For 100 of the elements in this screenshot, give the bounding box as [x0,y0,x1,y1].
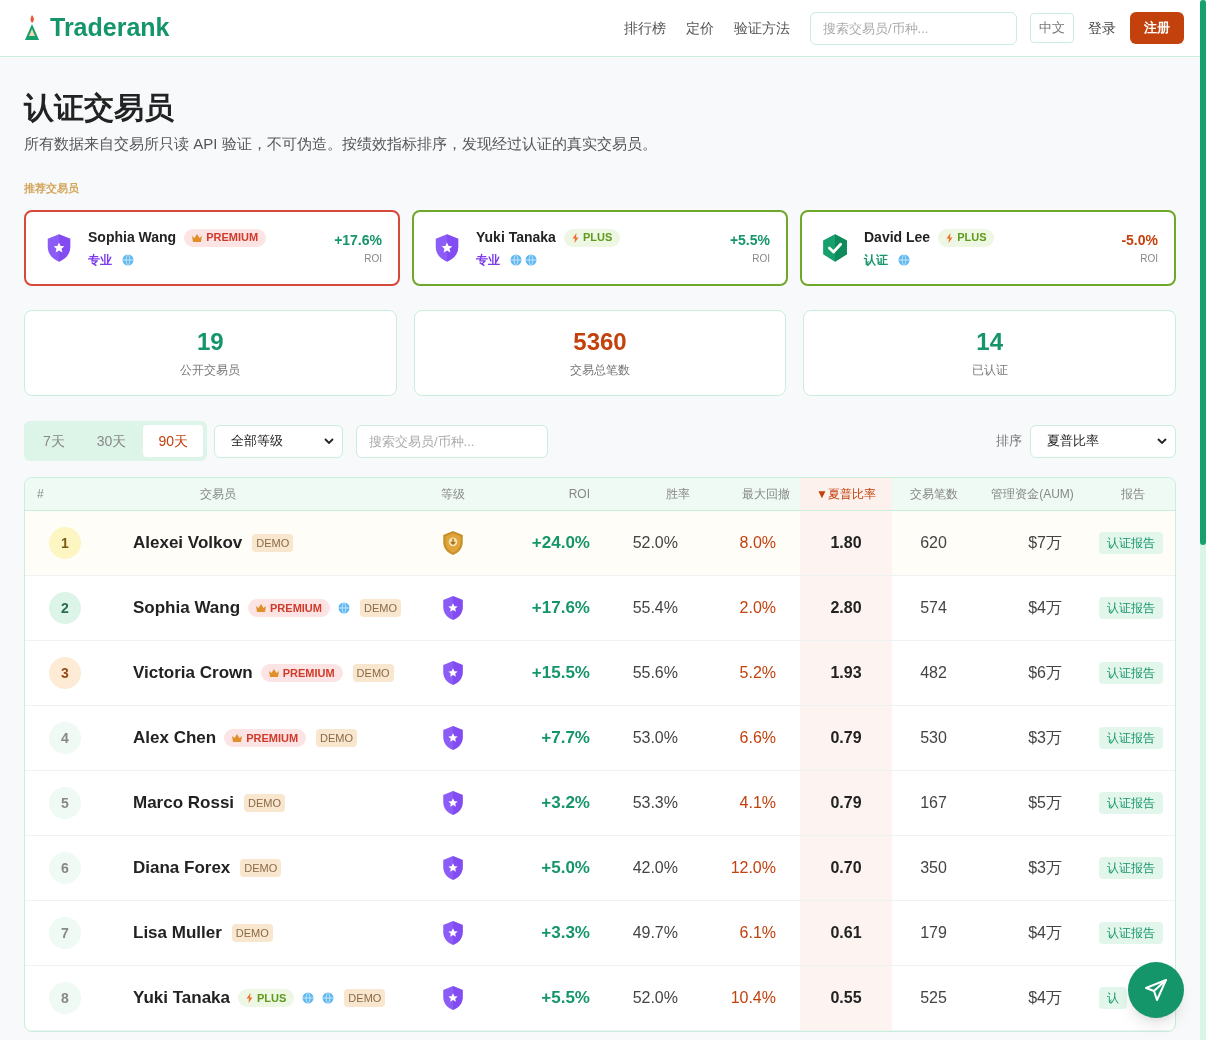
trader-name[interactable]: Diana Forex [133,855,231,881]
sharpe-value: 2.80 [830,598,862,618]
win-rate: 55.4% [632,598,678,618]
rank-badge: 8 [49,982,81,1014]
trade-count: 350 [920,858,947,878]
nav-link[interactable]: 排行榜 [624,17,666,39]
trader-name: David Lee [864,228,931,247]
win-rate: 53.3% [632,793,678,813]
column-header[interactable]: # [25,478,105,510]
report-button[interactable]: 认证报告 [1099,662,1163,684]
sort-select[interactable]: 夏普比率 [1030,424,1176,458]
report-button[interactable]: 认证报告 [1099,857,1163,879]
roi-value: +7.7% [541,727,590,750]
roi-value: +3.3% [541,922,590,945]
demo-tag: DEMO [231,924,273,942]
sharpe-value: 1.80 [830,533,862,553]
aum-value: $4万 [1028,988,1062,1008]
drawdown-value: 10.4% [730,988,776,1008]
sharpe-value: 0.61 [830,923,862,943]
lightning-icon [946,232,954,243]
column-header[interactable]: 报告 [1090,478,1175,510]
crown-icon [192,233,203,242]
lightning-icon [246,993,253,1003]
roi-value: +15.5% [531,662,590,685]
logo-text[interactable]: Traderank [50,9,170,47]
trader-name[interactable]: Yuki Tanaka [133,985,230,1011]
report-button[interactable]: 认证报告 [1099,597,1163,619]
trader-name[interactable]: Alex Chen [133,725,217,751]
search-field[interactable]: 搜索交易员/币种... [810,11,1017,45]
sharpe-value: 1.93 [830,663,862,683]
globe-icon [898,254,910,266]
column-header[interactable]: ROI [485,478,600,510]
sharpe-value: 0.70 [830,858,862,878]
win-rate: 49.7% [632,923,678,943]
globe-icon [322,992,335,1004]
report-button[interactable]: 认 [1099,987,1127,1009]
drawdown-value: 6.6% [739,728,776,748]
logo-icon [24,15,40,41]
roi-value: +5.5% [729,231,770,250]
login-link[interactable]: 登录 [1088,17,1116,39]
trader-name[interactable]: Victoria Crown [133,660,253,686]
aum-value: $4万 [1028,598,1062,618]
roi-value: +3.2% [541,792,590,815]
trader-name[interactable]: Marco Rossi [133,790,235,816]
column-header[interactable]: ▼夏普比率 [800,478,892,510]
report-button[interactable]: 认证报告 [1099,792,1163,814]
scrollbar[interactable] [1200,0,1206,1040]
trader-name[interactable]: Alexei Volkov [133,530,243,556]
trader-name[interactable]: Lisa Muller [133,920,222,946]
crown-icon [232,734,243,742]
roi-value: +17.6% [531,597,590,620]
roi-value: +24.0% [531,532,590,555]
trader-card[interactable]: David Lee PLUS 认证 -5.0% ROI [800,210,1176,286]
column-header[interactable]: 胜率 [600,478,700,510]
check-shield-icon [820,233,850,263]
period-tab[interactable]: 90天 [143,425,203,457]
drawdown-value: 12.0% [730,858,776,878]
trader-name[interactable]: Sophia Wang [133,595,241,621]
win-rate: 55.6% [632,663,678,683]
nav-link[interactable]: 定价 [686,17,714,39]
trader-card[interactable]: Yuki Tanaka PLUS 专业 +5.5% ROI [412,210,788,286]
aum-value: $3万 [1028,728,1062,748]
trader-card[interactable]: Sophia Wang PREMIUM 专业 +17.6% ROI [24,210,400,286]
page-subtitle: 所有数据来自交易所只读 API 验证，不可伪造。按绩效指标排序，发现经过认证的真实交易员。 [24,134,658,154]
roi-value: +5.0% [541,857,590,880]
column-header[interactable]: 最大回撤 [700,478,800,510]
column-header[interactable]: 交易员 [105,478,420,510]
column-header[interactable]: 管理资金(AUM) [975,478,1090,510]
column-header[interactable]: 等级 [420,478,485,510]
win-rate: 53.0% [632,728,678,748]
stat-label: 公开交易员 [180,362,241,379]
win-rate: 42.0% [632,858,678,878]
period-tab[interactable]: 30天 [81,425,142,457]
rank-badge: 1 [49,527,81,559]
drawdown-value: 4.1% [739,793,776,813]
report-button[interactable]: 认证报告 [1099,922,1163,944]
sort-label: 排序 [996,432,1022,451]
period-tab[interactable]: 7天 [28,425,80,457]
plus-badge: PLUS [938,228,995,247]
demo-tag: DEMO [316,729,358,747]
demo-tag: DEMO [344,989,386,1007]
stat-value: 14 [976,327,1003,357]
tier-label: 专业 [476,252,500,269]
nav-link[interactable]: 验证方法 [734,17,790,39]
stat-value: 5360 [573,327,627,357]
language-button[interactable]: 中文 [1030,13,1074,43]
plus-badge: PLUS [563,228,621,247]
sharpe-value: 0.79 [830,728,862,748]
caret-icon [323,438,334,444]
report-button[interactable]: 认证报告 [1099,532,1163,554]
level-select[interactable]: 全部等级 [213,424,343,458]
signup-button[interactable]: 注册 [1130,12,1184,44]
section-label: 推荐交易员 [24,180,80,196]
trade-count: 179 [920,923,947,943]
aum-value: $6万 [1028,663,1062,683]
search-field[interactable]: 搜索交易员/币种... [355,424,548,458]
column-header[interactable]: 交易笔数 [892,478,975,510]
trader-name: Sophia Wang [88,228,177,247]
drawdown-value: 5.2% [739,663,776,683]
report-button[interactable]: 认证报告 [1099,727,1163,749]
